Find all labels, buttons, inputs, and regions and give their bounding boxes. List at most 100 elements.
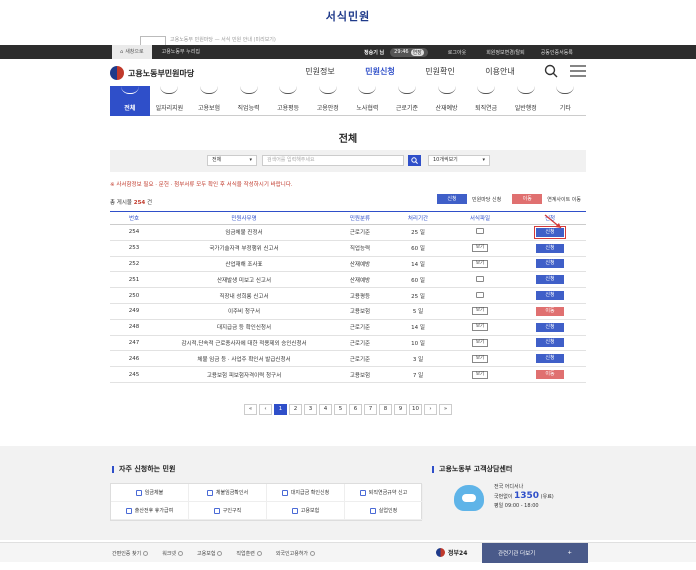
- apply-button[interactable]: 신청: [536, 259, 564, 269]
- frequent-item[interactable]: 퇴직연금규약 신고: [345, 484, 423, 502]
- account-settings-link[interactable]: 회원정보변경/탈퇴: [486, 49, 525, 56]
- search-field-select[interactable]: 전체 ▾: [207, 155, 257, 166]
- extend-session-button[interactable]: 연장: [410, 48, 424, 56]
- apply-button[interactable]: 신청: [536, 275, 564, 285]
- frequent-item[interactable]: 구인구직: [189, 502, 267, 520]
- category-icon: [397, 82, 416, 94]
- cell-form: [446, 287, 514, 304]
- file-download-icon[interactable]: [476, 275, 484, 282]
- category-general-admin[interactable]: 일반행정: [506, 86, 546, 116]
- page-size-select[interactable]: 10개씩보기 ▾: [428, 155, 490, 166]
- bottom-link[interactable]: 외국인고용허가: [276, 550, 316, 557]
- pager-page-1[interactable]: 1: [274, 404, 287, 415]
- frequent-item[interactable]: 임금체불: [111, 484, 189, 502]
- form-view-button[interactable]: 보기: [471, 323, 489, 332]
- form-view-button[interactable]: 보기: [471, 244, 489, 253]
- pager-prev-button[interactable]: ‹: [259, 404, 272, 415]
- apply-button[interactable]: 신청: [536, 243, 564, 253]
- search-button[interactable]: [408, 155, 421, 166]
- cell-name[interactable]: 감시적,단속적 근로종사자에 대한 적용제외 승인신청서: [158, 335, 330, 352]
- table-row: 246 체불 임금 등 · 사업주 확인서 발급신청서 근로기준 3 일 보기 신청: [110, 350, 586, 368]
- bottom-link[interactable]: 직업훈련: [236, 550, 262, 557]
- link-button[interactable]: 이동: [536, 306, 564, 316]
- pager-last-button[interactable]: »: [439, 404, 452, 415]
- pager-page-10[interactable]: 10: [409, 404, 422, 415]
- certificate-register-link[interactable]: 공동인증서등록: [541, 49, 573, 56]
- cell-name[interactable]: 산업재해 조사표: [158, 256, 330, 273]
- category-all[interactable]: 전체: [110, 86, 150, 116]
- top-bar: ⌂ 새창으로 고용노동부 누리집 정승기 님 29:46 연장 로그아웃 회원정…: [0, 45, 696, 59]
- cell-name[interactable]: 산재발생 미보고 신고서: [158, 271, 330, 289]
- site-logo[interactable]: 고용노동부민원마당: [110, 66, 194, 80]
- cell-apply: 신청: [514, 335, 586, 352]
- ministry-site-link[interactable]: 고용노동부 누리집: [152, 45, 210, 59]
- bottom-link[interactable]: 간편인증 찾기: [112, 550, 149, 557]
- nav-item-apply[interactable]: 민원신청: [350, 66, 410, 77]
- cell-name[interactable]: 직장내 성희롱 신고서: [158, 287, 330, 304]
- bottom-link[interactable]: 워크넷: [162, 550, 184, 557]
- category-tabs: 전체 일자리지원 고용보험 직업능력 고용평등 고용안정 노사협력 근로기준 산…: [110, 86, 586, 116]
- cell-name[interactable]: 이주비 청구서: [158, 303, 330, 320]
- cell-name[interactable]: 고용보험 피보험자격이력 청구서: [158, 366, 330, 383]
- form-view-button[interactable]: 보기: [471, 259, 489, 268]
- form-view-button[interactable]: 보기: [471, 354, 489, 363]
- search-input[interactable]: 검색어를 입력해주세요: [262, 155, 404, 166]
- category-job-support[interactable]: 일자리지원: [150, 86, 190, 116]
- category-employment-insurance[interactable]: 고용보험: [189, 86, 229, 116]
- form-view-button[interactable]: 보기: [471, 370, 489, 379]
- category-labor-standards[interactable]: 근로기준: [387, 86, 427, 116]
- apply-button[interactable]: 신청: [536, 322, 564, 332]
- frequent-item[interactable]: 체불임금확인서: [189, 484, 267, 502]
- pager-page-4[interactable]: 4: [319, 404, 332, 415]
- pager-page-8[interactable]: 8: [379, 404, 392, 415]
- annotation-arrow: [544, 214, 562, 229]
- nav-item-info[interactable]: 민원정보: [290, 66, 350, 77]
- frequent-item[interactable]: 고용보험: [267, 502, 345, 520]
- related-sites-button[interactable]: 관련기관 더보기 +: [482, 543, 588, 563]
- pager-page-7[interactable]: 7: [364, 404, 377, 415]
- cell-name[interactable]: 임금체불 진정서: [158, 224, 330, 241]
- apply-button[interactable]: 신청: [536, 354, 564, 364]
- cell-form: 보기: [446, 256, 514, 273]
- frequent-item[interactable]: 대지급금 확인신청: [267, 484, 345, 502]
- frequent-item[interactable]: 출산전후 휴가급여: [111, 502, 189, 520]
- pager-page-9[interactable]: 9: [394, 404, 407, 415]
- bottom-link[interactable]: 고용보험: [197, 550, 223, 557]
- table-row: 251 산재발생 미보고 신고서 산재예방 60 일 신청: [110, 271, 586, 289]
- nav-item-guide[interactable]: 이용안내: [470, 66, 530, 77]
- cell-name[interactable]: 체불 임금 등 · 사업주 확인서 발급신청서: [158, 350, 330, 368]
- frequent-item-label: 고용보험: [300, 508, 320, 514]
- pager-page-2[interactable]: 2: [289, 404, 302, 415]
- cell-name[interactable]: 국가기술자격 부정행위 신고서: [158, 240, 330, 257]
- category-accident-prevention[interactable]: 산재예방: [427, 86, 467, 116]
- frequent-item[interactable]: 실업인정: [345, 502, 423, 520]
- table-row: 245 고용보험 피보험자격이력 청구서 고용보험 7 일 보기 이동: [110, 366, 586, 383]
- file-download-icon[interactable]: [476, 228, 484, 235]
- category-vocational-skills[interactable]: 직업능력: [229, 86, 269, 116]
- category-equal-employment[interactable]: 고용평등: [268, 86, 308, 116]
- pager-next-button[interactable]: ›: [424, 404, 437, 415]
- category-labor-relations[interactable]: 노사협력: [348, 86, 388, 116]
- file-download-icon[interactable]: [476, 291, 484, 298]
- apply-button[interactable]: 신청: [536, 291, 564, 301]
- cell-name[interactable]: 대지급금 등 확인신청서: [158, 319, 330, 336]
- pager-page-6[interactable]: 6: [349, 404, 362, 415]
- menu-icon[interactable]: [570, 65, 586, 77]
- home-link[interactable]: ⌂ 새창으로: [112, 45, 152, 59]
- apply-button[interactable]: 신청: [536, 338, 564, 348]
- pager-first-button[interactable]: «: [244, 404, 257, 415]
- pager-page-5[interactable]: 5: [334, 404, 347, 415]
- link-button[interactable]: 이동: [536, 370, 564, 380]
- search-icon[interactable]: [544, 64, 558, 78]
- form-view-button[interactable]: 보기: [471, 338, 489, 347]
- form-view-button[interactable]: 보기: [471, 307, 489, 316]
- logout-link[interactable]: 로그아웃: [448, 49, 466, 56]
- document-icon: [135, 489, 142, 496]
- category-employment-stability[interactable]: 고용안정: [308, 86, 348, 116]
- gov24-link[interactable]: 정부24: [436, 548, 467, 557]
- external-link-icon: [143, 550, 149, 556]
- nav-item-check[interactable]: 민원확인: [410, 66, 470, 77]
- category-retirement-pension[interactable]: 퇴직연금: [466, 86, 506, 116]
- category-etc[interactable]: 기타: [546, 86, 586, 116]
- pager-page-3[interactable]: 3: [304, 404, 317, 415]
